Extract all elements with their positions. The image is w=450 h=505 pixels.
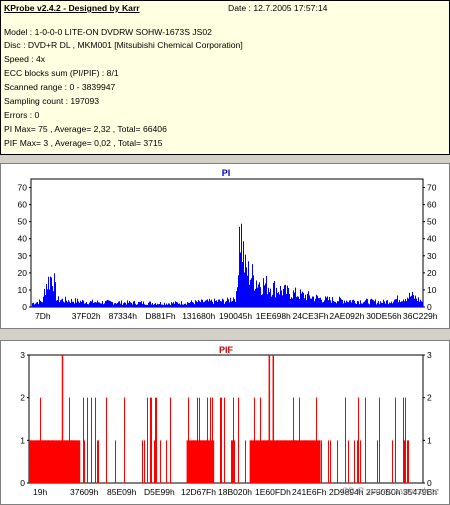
y-tick-right-label: 10: [427, 285, 437, 295]
x-tick-label: 1E60FDh: [255, 487, 291, 497]
y-tick-right-label: 50: [427, 217, 437, 227]
plot-area: [30, 178, 424, 308]
y-tick-left-label: 60: [18, 200, 28, 210]
y-tick-left-label: 1: [20, 435, 25, 445]
x-tick-label: 87334h: [109, 311, 138, 321]
x-tick-label: 1EE698h: [256, 311, 291, 321]
x-tick-label: 241E6Fh: [292, 487, 327, 497]
x-tick-label: 19h: [33, 487, 47, 497]
y-tick-right-label: 40: [427, 234, 437, 244]
x-tick-label: 85E09h: [107, 487, 137, 497]
y-tick-left-label: 70: [18, 183, 28, 193]
y-tick-left-label: 0: [20, 478, 25, 488]
y-tick-left-label: 50: [18, 217, 28, 227]
x-tick-label: 36C229h: [403, 311, 438, 321]
y-tick-left-label: 20: [18, 268, 28, 278]
cdr-server-watermark: CD-R server www.cdr.cz: [341, 486, 439, 496]
x-tick-label: 12D67Fh: [181, 487, 216, 497]
x-tick-label: 190045h: [219, 311, 252, 321]
plot-area: [28, 354, 424, 484]
y-tick-right-label: 70: [427, 183, 437, 193]
x-tick-label: 18B020h: [218, 487, 252, 497]
errors-line: Errors : 0: [4, 110, 40, 120]
y-tick-left-label: 30: [18, 251, 28, 261]
y-tick-left-label: 40: [18, 234, 28, 244]
pif-dense-region: [29, 440, 81, 483]
watermark-sub: server: [366, 486, 392, 496]
x-tick-label: 131680h: [182, 311, 215, 321]
pif-bars: [29, 355, 409, 483]
x-tick-label: 2AE092h: [329, 311, 364, 321]
disc-line: Disc : DVD+R DL , MKM001 [Mitsubishi Che…: [4, 40, 243, 50]
scan-date: Date : 12.7.2005 17:57:14: [228, 3, 328, 13]
y-tick-left-label: 3: [20, 350, 25, 360]
model-line: Model : 1-0-0-0 LITE-ON DVDRW SOHW-1673S…: [4, 27, 212, 37]
pi-bars: [32, 223, 423, 307]
y-tick-right-label: 1: [427, 435, 432, 445]
pif-summary-line: PIF Max= 3 , Average= 0,02 , Total= 3715: [4, 138, 163, 148]
pi-chart: 0 010 1020 2030 3040 4050 5060 6070 707Dh 37F02h 8…: [18, 178, 438, 321]
ecc-line: ECC blocks sum (PI/PIF) : 8/1: [4, 68, 119, 78]
pif-chart: 0 01 12 23 319h 37609h 85E09h D5E99h 12D67Fh 18B0…: [20, 350, 437, 497]
y-tick-left-label: 2: [20, 393, 25, 403]
pi-summary-line: PI Max= 75 , Average= 2,32 , Total= 6640…: [4, 124, 167, 134]
x-tick-label: 37609h: [70, 487, 99, 497]
y-tick-left-label: 0: [22, 302, 27, 312]
x-tick-label: 7Dh: [35, 311, 51, 321]
pi-chart-panel: PI 0 0 10 10 20 20 30 30 40 40 50 50 60 60 70 70 7Dh 37F0…: [0, 163, 450, 329]
x-tick-label: D5E99h: [144, 487, 175, 497]
scan-info-panel: KProbe v2.4.2 - Designed by Karr Date : …: [0, 0, 450, 155]
x-tick-label: 24CE3Fh: [293, 311, 329, 321]
watermark-logo: CD-R: [341, 486, 364, 496]
y-tick-left-label: 10: [18, 285, 28, 295]
y-tick-right-label: 2: [427, 393, 432, 403]
pif-chart-panel: PIF 0 0 1 1 2 2 3 3 19h 37609h 85E09h D5E99h 12D67Fh…: [0, 340, 450, 505]
x-tick-label: 37F02h: [72, 311, 101, 321]
speed-line: Speed : 4x: [4, 54, 46, 64]
y-tick-right-label: 30: [427, 251, 437, 261]
app-title: KProbe v2.4.2 - Designed by Karr: [4, 3, 140, 13]
y-tick-right-label: 60: [427, 200, 437, 210]
x-tick-label: 30DE56h: [366, 311, 402, 321]
x-tick-label: D881Fh: [145, 311, 176, 321]
watermark-url: www.cdr.cz: [393, 486, 439, 496]
range-line: Scanned range : 0 - 3839947: [4, 82, 116, 92]
y-tick-right-label: 3: [427, 350, 432, 360]
y-tick-right-label: 20: [427, 268, 437, 278]
sampling-line: Sampling count : 197093: [4, 96, 100, 106]
